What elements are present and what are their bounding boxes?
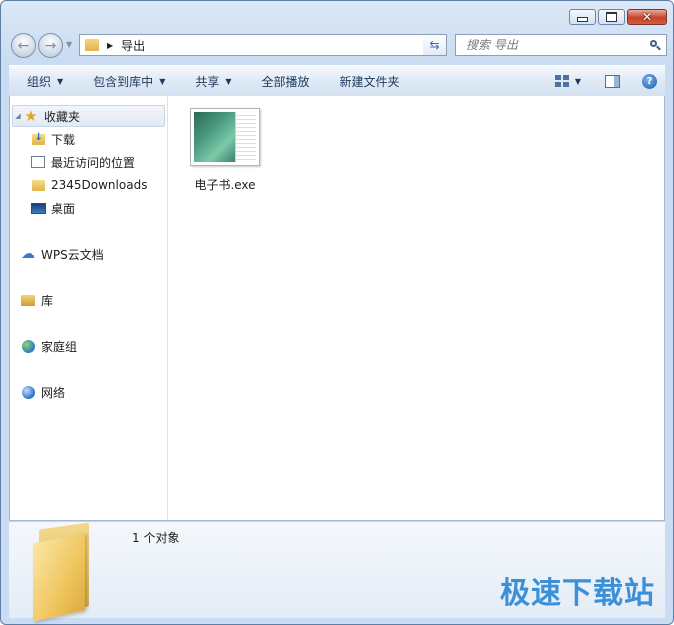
navigation-pane: ◢ ★ 收藏夹 下载 最近访问的位置 2345Downloads 桌面 (10, 96, 168, 520)
toolbar-right-group: ▼ ? (554, 73, 665, 89)
close-button[interactable]: ✕ (627, 9, 667, 25)
forward-arrow-icon: → (44, 37, 57, 54)
search-input[interactable] (464, 37, 638, 53)
details-pane: 1 个对象 极速下载站 (9, 521, 665, 622)
sidebar-item-label: 桌面 (51, 201, 76, 216)
sidebar-item-2345downloads[interactable]: 2345Downloads (30, 174, 147, 196)
back-button[interactable]: ← (11, 33, 36, 58)
sidebar-item-homegroup[interactable]: 家庭组 (20, 335, 77, 357)
file-item[interactable]: 电子书.exe (186, 108, 264, 193)
collapse-triangle-icon[interactable]: ◢ (13, 112, 23, 120)
homegroup-icon (20, 339, 36, 353)
main-area: ◢ ★ 收藏夹 下载 最近访问的位置 2345Downloads 桌面 (9, 96, 665, 521)
exe-thumbnail-icon (190, 108, 260, 166)
help-icon[interactable]: ? (642, 73, 657, 89)
refresh-icon: ⇆ (429, 38, 440, 52)
play-all-label: 全部播放 (261, 74, 310, 89)
chevron-down-icon: ▼ (225, 76, 232, 86)
sidebar-item-downloads[interactable]: 下载 (30, 128, 75, 150)
chevron-down-icon: ▼ (57, 76, 64, 86)
recent-places-icon (30, 155, 46, 169)
share-menu[interactable]: 共享 ▼ (195, 73, 231, 90)
sidebar-item-label: 2345Downloads (51, 178, 148, 192)
new-folder-button[interactable]: 新建文件夹 (340, 73, 400, 90)
sidebar-item-favorites[interactable]: ◢ ★ 收藏夹 (12, 105, 165, 127)
sidebar-item-label: 库 (41, 293, 54, 308)
command-bar: 组织 ▼ 包含到库中 ▼ 共享 ▼ 全部播放 新建文件夹 ▼ ? (9, 65, 665, 97)
caption-buttons: ✕ (567, 9, 667, 25)
share-label: 共享 (195, 74, 220, 89)
object-count: 1 个对象 (132, 531, 180, 545)
close-icon: ✕ (641, 10, 653, 24)
file-name: 电子书.exe (194, 178, 256, 192)
view-options-dropdown-icon[interactable]: ▼ (575, 77, 581, 86)
network-icon (20, 385, 36, 399)
sidebar-item-label: 最近访问的位置 (51, 155, 136, 170)
file-list[interactable]: 电子书.exe (168, 96, 664, 520)
download-folder-icon (30, 132, 46, 146)
library-icon (20, 293, 36, 307)
folder-icon (85, 39, 99, 51)
minimize-button[interactable] (569, 9, 596, 25)
cloud-icon: ☁ (21, 246, 35, 262)
back-arrow-icon: ← (17, 37, 30, 54)
chevron-down-icon: ▼ (159, 76, 166, 86)
navigation-bar: ← → ▼ ▶ 导出 ▼ ⇆ (9, 31, 667, 59)
large-folder-icon (33, 522, 97, 622)
forward-button[interactable]: → (38, 33, 63, 58)
organize-label: 组织 (27, 74, 52, 89)
breadcrumb-chevron-icon[interactable]: ▶ (107, 41, 113, 50)
maximize-icon (606, 12, 617, 22)
new-folder-label: 新建文件夹 (339, 74, 400, 89)
maximize-button[interactable] (598, 9, 625, 25)
change-view-icon[interactable] (554, 75, 569, 87)
sidebar-item-desktop[interactable]: 桌面 (30, 197, 75, 219)
include-in-library-label: 包含到库中 (93, 74, 154, 89)
star-icon: ★ (24, 107, 38, 125)
refresh-button[interactable]: ⇆ (423, 34, 447, 56)
sidebar-item-wps-cloud[interactable]: ☁ WPS云文档 (20, 243, 104, 265)
sidebar-item-label: 家庭组 (41, 339, 78, 354)
sidebar-item-label: 下载 (51, 132, 76, 147)
play-all-button[interactable]: 全部播放 (262, 73, 310, 90)
preview-pane-icon[interactable] (605, 74, 620, 88)
explorer-window: ✕ ← → ▼ ▶ 导出 ▼ ⇆ 组织 ▼ 包含到库中 ▼ 共享 ▼ 全部播放 (0, 0, 674, 625)
search-icon[interactable] (650, 40, 661, 51)
sidebar-item-libraries[interactable]: 库 (20, 289, 53, 311)
sidebar-item-label: WPS云文档 (41, 247, 104, 262)
folder-icon (30, 178, 46, 192)
search-box[interactable] (455, 34, 667, 56)
breadcrumb[interactable]: 导出 (121, 37, 145, 54)
organize-menu[interactable]: 组织 ▼ (27, 73, 63, 90)
sidebar-item-network[interactable]: 网络 (20, 381, 65, 403)
sidebar-item-recent-places[interactable]: 最近访问的位置 (30, 151, 135, 173)
address-bar[interactable]: ▶ 导出 ▼ (79, 34, 447, 56)
minimize-icon (577, 17, 588, 22)
recent-pages-dropdown[interactable]: ▼ (66, 40, 72, 49)
sidebar-item-label: 收藏夹 (44, 109, 81, 124)
sidebar-item-label: 网络 (41, 385, 66, 400)
include-in-library-menu[interactable]: 包含到库中 ▼ (93, 73, 165, 90)
desktop-icon (30, 201, 46, 215)
watermark-logo: 极速下载站 (500, 576, 655, 611)
